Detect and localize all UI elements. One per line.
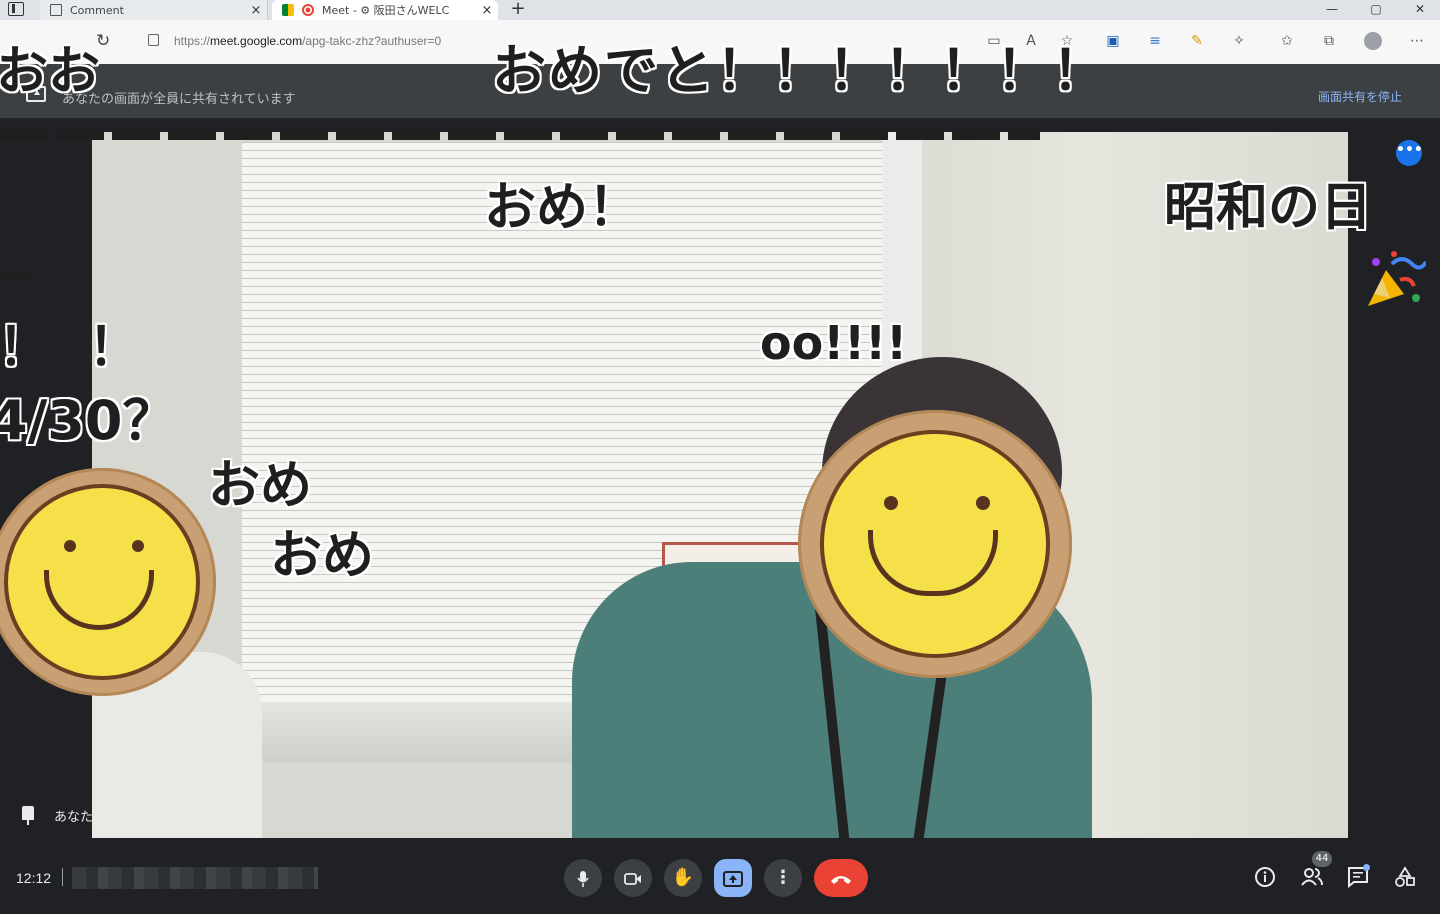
extensions-icon[interactable]: ✧	[1230, 33, 1248, 49]
camera-button[interactable]	[614, 859, 652, 897]
tab-close-icon[interactable]: ×	[476, 3, 498, 18]
floating-comment: 昭和の日	[1164, 178, 1373, 238]
eye	[884, 496, 898, 510]
more-options-button[interactable]: ⋮	[764, 859, 802, 897]
maximize-button[interactable]: ▢	[1356, 0, 1396, 20]
unread-indicator	[1363, 864, 1370, 871]
floating-comment: おめ！	[484, 178, 641, 238]
smiley-face	[4, 484, 200, 680]
tab-meet[interactable]: Meet - ⚙ 阪田さんWELC ×	[272, 0, 498, 20]
activities-button[interactable]	[1393, 866, 1417, 890]
microphone-icon	[577, 870, 589, 887]
floating-comment: おお	[0, 42, 101, 102]
meeting-details-button[interactable]	[1253, 866, 1277, 890]
stop-sharing-button[interactable]: 画面共有を停止	[1318, 88, 1402, 105]
smiley-face	[820, 430, 1050, 658]
end-call-button[interactable]	[814, 859, 868, 897]
end-call-icon	[831, 875, 851, 884]
floating-comment: おめ	[208, 456, 313, 516]
page-icon	[50, 4, 62, 16]
settings-more-icon[interactable]: ⋯	[1408, 33, 1426, 49]
smiley-face-mask-icon	[798, 410, 1072, 678]
eye	[132, 540, 144, 552]
extension-list-icon[interactable]: ≡	[1146, 33, 1164, 49]
tab-label: Comment	[70, 3, 124, 17]
profile-avatar[interactable]	[1364, 32, 1382, 50]
raise-hand-button[interactable]: ✋	[664, 859, 702, 897]
floating-comment: ！ ！	[0, 318, 141, 378]
lock-icon[interactable]	[148, 34, 159, 46]
url-path: /apg-takc-zhz?authuser=0	[302, 34, 442, 48]
microphone-button[interactable]	[564, 859, 602, 897]
new-tab-button[interactable]: +	[508, 0, 528, 20]
url-host: meet.google.com	[210, 34, 303, 48]
screen: Comment × Meet - ⚙ 阪田さんWELC × + — ▢ ✕ ↻ …	[0, 0, 1440, 914]
close-window-button[interactable]: ✕	[1400, 0, 1440, 20]
mouth	[868, 530, 998, 596]
tab-actions-icon[interactable]	[8, 2, 24, 16]
more-options-icon: ⋮	[774, 867, 792, 888]
browser-tab-bar: Comment × Meet - ⚙ 阪田さんWELC × + — ▢ ✕	[0, 0, 1440, 20]
floating-comment: 4/30？	[0, 389, 177, 452]
minimize-button[interactable]: —	[1312, 0, 1352, 20]
url-scheme: https://	[174, 34, 211, 48]
meeting-time: 12:12	[16, 870, 52, 886]
present-screen-icon	[723, 870, 743, 887]
people-icon	[1301, 868, 1323, 886]
meeting-code-blurred	[72, 867, 318, 889]
pin-icon[interactable]	[22, 806, 34, 825]
floating-comment: oo!!!!	[760, 316, 908, 370]
self-tile-label: あなた	[54, 810, 94, 825]
participant-count-badge: 44	[1312, 851, 1332, 867]
more-reactions-icon[interactable]: •••	[1396, 140, 1423, 166]
comment-dash-line	[0, 128, 1040, 142]
collections-icon[interactable]: ⧉	[1320, 33, 1338, 49]
floating-comment: おめ	[270, 526, 375, 586]
raise-hand-icon: ✋	[671, 867, 695, 888]
people-button[interactable]	[1300, 866, 1324, 890]
activities-icon	[1395, 866, 1415, 887]
floating-comment: おめでと！！！！！！！	[492, 39, 1108, 102]
tab-comment[interactable]: Comment ×	[40, 0, 268, 20]
recording-icon	[302, 4, 314, 16]
tab-label: Meet - ⚙ 阪田さんWELC	[322, 4, 450, 17]
favorites-icon[interactable]: ✩	[1278, 33, 1296, 49]
url-field[interactable]: https://meet.google.com/apg-takc-zhz?aut…	[174, 34, 441, 48]
present-screen-button[interactable]	[714, 859, 752, 897]
divider	[62, 868, 63, 886]
meet-logo-icon	[282, 4, 294, 16]
extension-pen-icon[interactable]: ✎	[1188, 33, 1206, 49]
info-icon	[1255, 867, 1275, 887]
party-popper-icon	[1368, 251, 1426, 306]
eye	[64, 540, 76, 552]
comment-dash	[0, 274, 30, 281]
eye	[976, 496, 990, 510]
tab-close-icon[interactable]: ×	[245, 3, 267, 18]
mouth	[44, 570, 154, 630]
camera-icon	[624, 872, 641, 885]
